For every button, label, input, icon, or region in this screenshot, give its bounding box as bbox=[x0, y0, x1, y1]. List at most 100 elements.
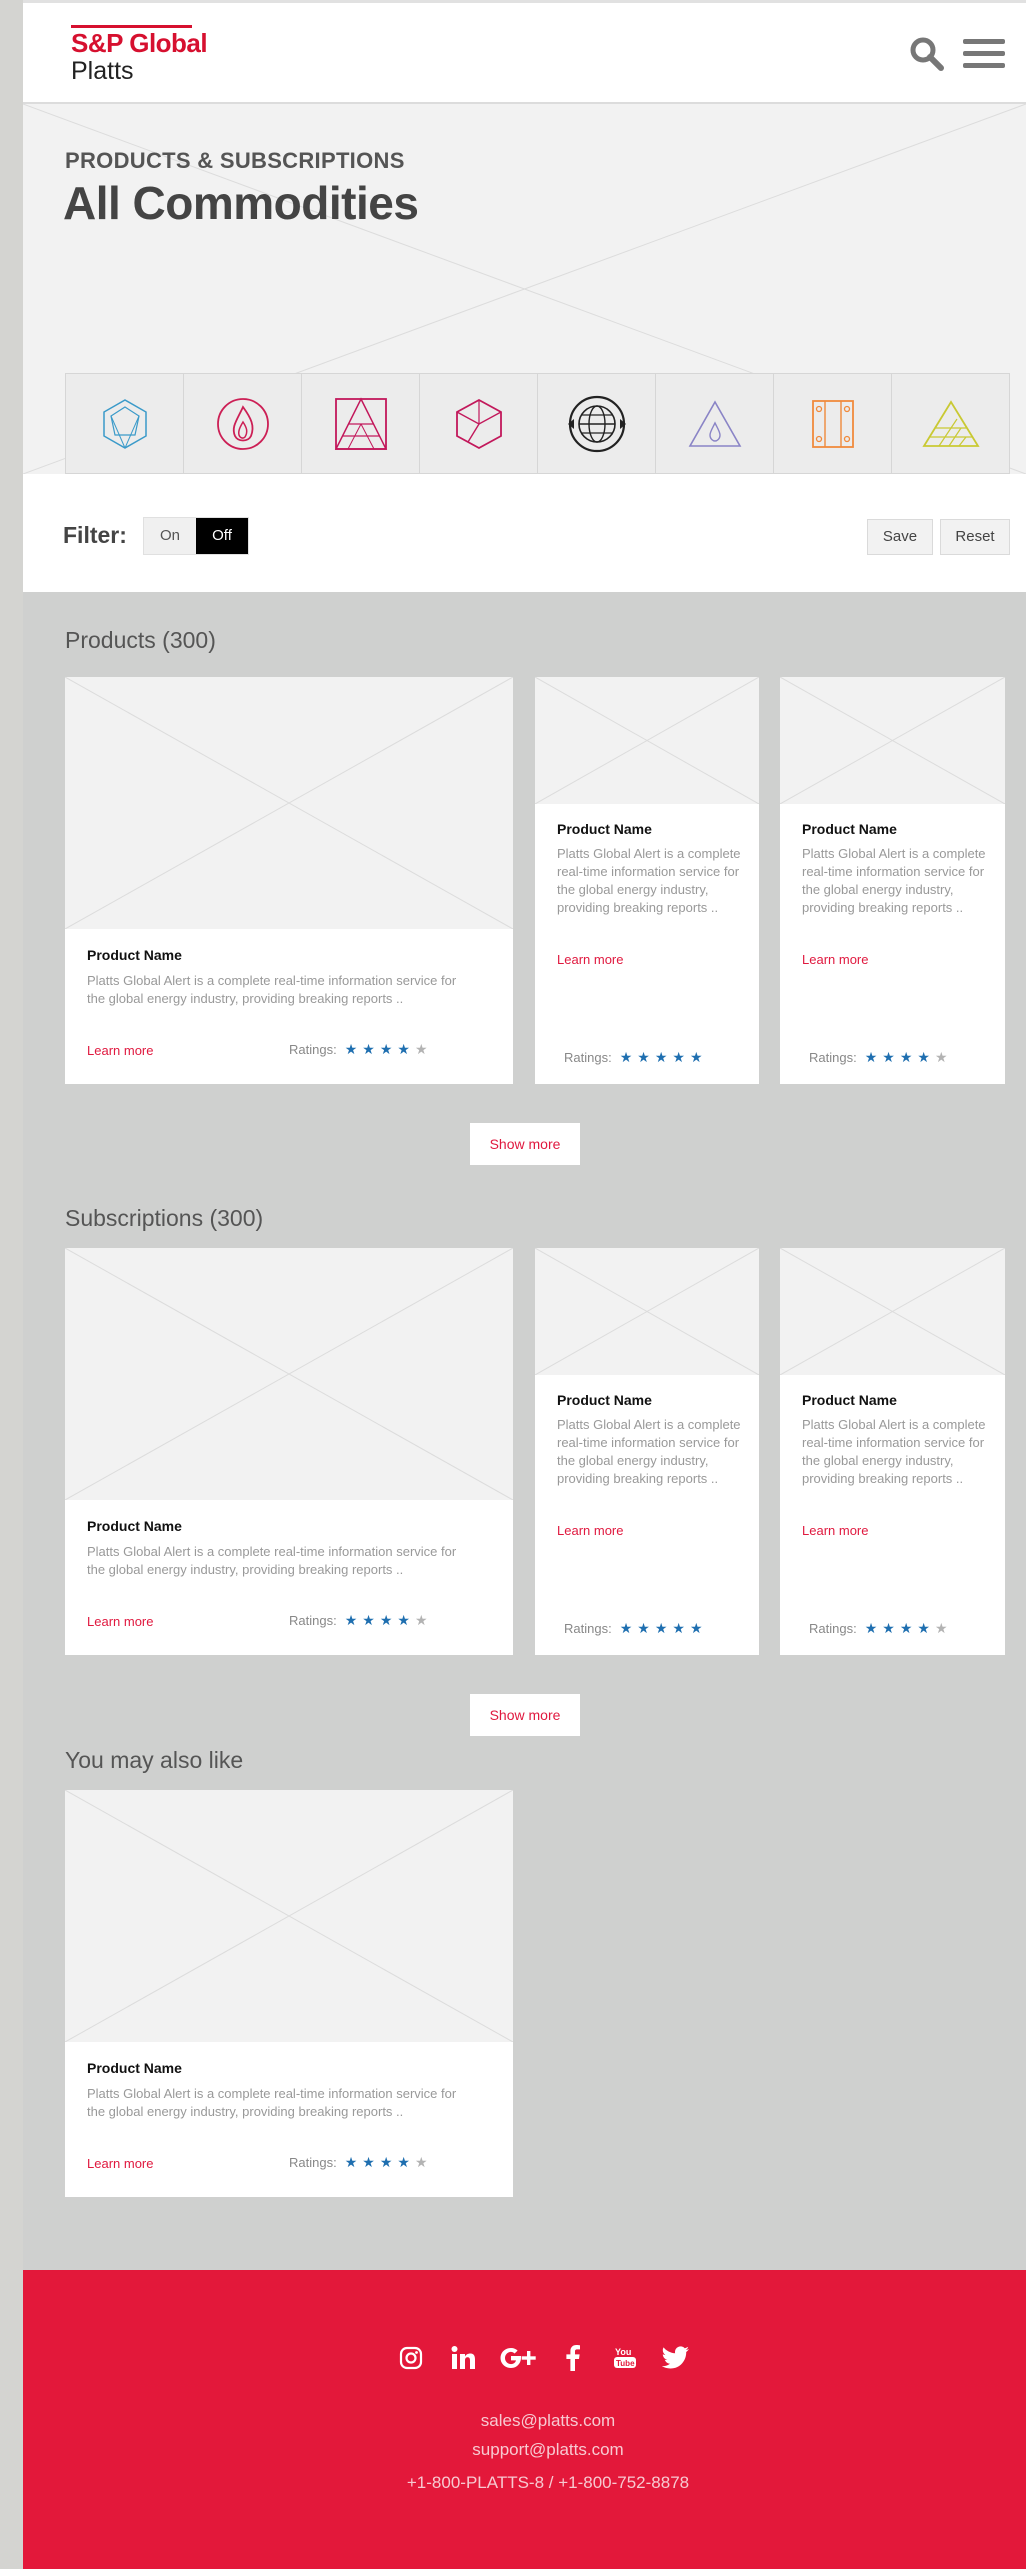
filter-on-button[interactable]: On bbox=[144, 518, 196, 554]
product-card-featured[interactable]: Product Name Platts Global Alert is a co… bbox=[65, 677, 513, 1084]
learn-more-link[interactable]: Learn more bbox=[87, 1043, 153, 1058]
star-filled-icon: ★ bbox=[344, 1041, 363, 1057]
product-ratings: Ratings: ★★★★★ bbox=[289, 2154, 433, 2171]
pyramid-box-icon bbox=[334, 396, 387, 450]
sp-global-platts-logo[interactable]: S&P Global Platts bbox=[71, 25, 208, 85]
recommended-image-placeholder bbox=[65, 1790, 513, 2042]
commodity-tile-6[interactable] bbox=[656, 374, 774, 473]
product-image-placeholder bbox=[65, 677, 513, 929]
star-filled-icon: ★ bbox=[379, 1041, 398, 1057]
page-title: All Commodities bbox=[63, 177, 419, 229]
star-filled-icon: ★ bbox=[619, 1049, 638, 1065]
commodity-tile-2[interactable] bbox=[184, 374, 302, 473]
recommended-card[interactable]: Product Name Platts Global Alert is a co… bbox=[65, 1790, 513, 2197]
instagram-icon[interactable] bbox=[393, 2340, 429, 2376]
globe-arrows-icon bbox=[567, 395, 626, 452]
commodity-tile-8[interactable] bbox=[892, 374, 1009, 473]
youtube-icon[interactable]: You Tube bbox=[607, 2340, 643, 2376]
star-rating: ★★★★★ bbox=[345, 1041, 433, 1057]
star-rating: ★★★★★ bbox=[345, 2154, 433, 2170]
sales-email-link[interactable]: sales@platts.com bbox=[23, 2411, 1026, 2431]
product-description: Platts Global Alert is a complete real-t… bbox=[802, 1417, 986, 1486]
ratings-label: Ratings: bbox=[564, 1050, 612, 1065]
star-filled-icon: ★ bbox=[917, 1049, 935, 1065]
save-button[interactable]: Save bbox=[867, 519, 933, 555]
subscription-card[interactable]: Product Name Platts Global Alert is a co… bbox=[535, 1248, 759, 1655]
hero-banner: PRODUCTS & SUBSCRIPTIONS All Commodities bbox=[23, 104, 1026, 474]
star-filled-icon: ★ bbox=[672, 1620, 690, 1636]
star-filled-icon: ★ bbox=[864, 1049, 883, 1065]
subscription-card[interactable]: Product Name Platts Global Alert is a co… bbox=[780, 1248, 1005, 1655]
star-rating: ★★★★★ bbox=[345, 1612, 433, 1628]
star-filled-icon: ★ bbox=[917, 1620, 935, 1636]
star-filled-icon: ★ bbox=[899, 1049, 918, 1065]
top-header: S&P Global Platts bbox=[23, 0, 1026, 104]
star-filled-icon: ★ bbox=[654, 1620, 673, 1636]
commodity-tile-4[interactable] bbox=[420, 374, 538, 473]
product-name: Product Name bbox=[802, 821, 897, 837]
product-card[interactable]: Product Name Platts Global Alert is a co… bbox=[780, 677, 1005, 1084]
filter-label: Filter: bbox=[63, 522, 127, 548]
commodity-tile-1[interactable] bbox=[66, 374, 184, 473]
commodity-tile-7[interactable] bbox=[774, 374, 892, 473]
social-links: You Tube bbox=[393, 2340, 693, 2380]
facebook-icon[interactable] bbox=[555, 2340, 591, 2376]
linkedin-icon[interactable] bbox=[445, 2340, 481, 2376]
ratings-label: Ratings: bbox=[289, 1042, 337, 1057]
star-filled-icon: ★ bbox=[397, 2154, 415, 2170]
learn-more-link[interactable]: Learn more bbox=[557, 1523, 623, 1538]
learn-more-link[interactable]: Learn more bbox=[802, 952, 868, 967]
star-empty-icon: ★ bbox=[934, 1620, 953, 1636]
page: S&P Global Platts PRODUCTS & SUBSCRIPTIO… bbox=[23, 0, 1026, 2569]
star-filled-icon: ★ bbox=[619, 1620, 638, 1636]
filter-off-button[interactable]: Off bbox=[196, 518, 248, 554]
learn-more-link[interactable]: Learn more bbox=[802, 1523, 868, 1538]
star-filled-icon: ★ bbox=[397, 1041, 415, 1057]
star-filled-icon: ★ bbox=[362, 1041, 380, 1057]
product-name: Product Name bbox=[557, 1392, 652, 1408]
star-filled-icon: ★ bbox=[362, 1612, 380, 1628]
star-rating: ★★★★★ bbox=[620, 1620, 708, 1636]
star-filled-icon: ★ bbox=[637, 1620, 655, 1636]
star-empty-icon: ★ bbox=[414, 1041, 433, 1057]
google-plus-icon[interactable] bbox=[497, 2340, 541, 2376]
products-show-more-button[interactable]: Show more bbox=[470, 1123, 580, 1165]
star-filled-icon: ★ bbox=[397, 1612, 415, 1628]
svg-text:Tube: Tube bbox=[616, 2359, 635, 2368]
product-name: Product Name bbox=[557, 821, 652, 837]
commodity-strip bbox=[65, 373, 1010, 474]
learn-more-link[interactable]: Learn more bbox=[87, 1614, 153, 1629]
star-filled-icon: ★ bbox=[689, 1049, 708, 1065]
ratings-label: Ratings: bbox=[564, 1621, 612, 1636]
triangle-drop-icon bbox=[688, 399, 741, 447]
search-icon[interactable] bbox=[909, 36, 945, 72]
product-card[interactable]: Product Name Platts Global Alert is a co… bbox=[535, 677, 759, 1084]
subscription-card-featured[interactable]: Product Name Platts Global Alert is a co… bbox=[65, 1248, 513, 1655]
product-name: Product Name bbox=[87, 1518, 182, 1534]
commodity-tile-5[interactable] bbox=[538, 374, 656, 473]
star-filled-icon: ★ bbox=[689, 1620, 708, 1636]
filter-toggle[interactable]: On Off bbox=[143, 517, 249, 555]
subscriptions-show-more-button[interactable]: Show more bbox=[470, 1694, 580, 1736]
support-email-link[interactable]: support@platts.com bbox=[23, 2440, 1026, 2460]
subscription-image-placeholder bbox=[535, 1248, 759, 1375]
learn-more-link[interactable]: Learn more bbox=[557, 952, 623, 967]
reset-button[interactable]: Reset bbox=[940, 519, 1010, 555]
learn-more-link[interactable]: Learn more bbox=[87, 2156, 153, 2171]
star-filled-icon: ★ bbox=[379, 2154, 398, 2170]
cube-icon bbox=[455, 398, 502, 449]
star-filled-icon: ★ bbox=[654, 1049, 673, 1065]
subscription-image-placeholder bbox=[65, 1248, 513, 1500]
product-ratings: Ratings: ★★★★★ bbox=[809, 1049, 953, 1066]
product-description: Platts Global Alert is a complete real-t… bbox=[87, 1544, 457, 1577]
twitter-icon[interactable] bbox=[658, 2340, 694, 2376]
hamburger-menu-icon[interactable] bbox=[963, 39, 1005, 69]
also-like-section-title: You may also like bbox=[65, 1747, 244, 1773]
product-ratings: Ratings: ★★★★★ bbox=[289, 1612, 433, 1629]
star-empty-icon: ★ bbox=[934, 1049, 953, 1065]
logo-sub: Platts bbox=[71, 57, 134, 85]
star-filled-icon: ★ bbox=[637, 1049, 655, 1065]
subscriptions-section-title: Subscriptions (300) bbox=[65, 1205, 264, 1231]
product-description: Platts Global Alert is a complete real-t… bbox=[87, 973, 457, 1006]
commodity-tile-3[interactable] bbox=[302, 374, 420, 473]
